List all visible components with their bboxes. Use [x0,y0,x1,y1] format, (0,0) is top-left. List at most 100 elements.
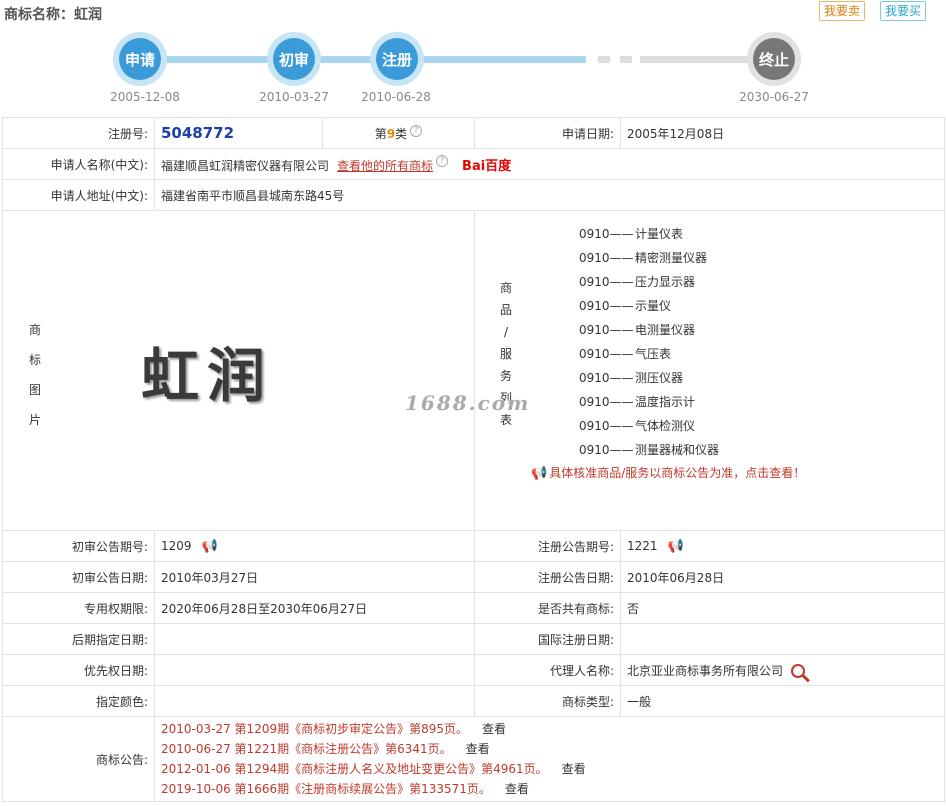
color-label: 指定颜色: [2,685,155,717]
trademark-image: 虹润 [141,342,274,410]
list-item: 0910——测量器械和仪器 [475,438,944,462]
goods-code: 0910—— [579,347,634,361]
class-cell: 第9类? [322,117,475,149]
goods-name: 温度指示计 [635,395,696,409]
agent-cell: 北京亚业商标事务所有限公司 [620,654,945,686]
timeline-date: 2005-12-08 [110,90,180,104]
timeline-date: 2010-03-27 [259,90,329,104]
reg-ann-no-value: 1221 [627,538,658,553]
image-label-char: 商 [28,323,41,337]
type-label: 商标类型: [474,685,621,717]
megaphone-icon[interactable]: 📢 [202,539,218,554]
list-item: 0910——计量仪表 [475,222,944,246]
later-date-value [154,623,475,655]
list-item: 0910——精密测量仪器 [475,246,944,270]
view-link[interactable]: 查看 [482,722,506,736]
goods-name: 测量器械和仪器 [635,443,720,457]
goods-note-link[interactable]: 📢 具体核准商品/服务以商标公告为准，点击查看！ [475,462,944,485]
later-date-label: 后期指定日期: [2,623,155,655]
goods-code: 0910—— [579,299,634,313]
apply-date-label: 申请日期: [474,117,621,149]
page-title: 商标名称：虹润 [4,7,102,23]
list-item: 2012-01-06 第1294期《商标注册人名义及地址变更公告》第4961页。… [161,759,938,779]
timeline-node-prelim: 初审 [267,32,321,86]
timeline-node-label: 终止 [753,38,795,80]
list-item: 0910——气压表 [475,342,944,366]
view-link[interactable]: 查看 [466,742,490,756]
list-item: 2010-06-27 第1221期《商标注册公告》第6341页。 查看 [161,739,938,759]
priority-value [154,654,475,686]
help-icon[interactable]: ? [436,154,449,167]
timeline-node-label: 申请 [119,38,161,80]
goods-code: 0910—— [579,419,634,433]
list-item: 0910——气体检测仪 [475,414,944,438]
exclusive-value: 2020年06月28日至2030年06月27日 [154,592,475,624]
announcements-cell: 2010-03-27 第1209期《商标初步审定公告》第895页。 查看 2010… [154,716,945,802]
class-prefix: 第 [374,126,387,141]
announce-label: 商标公告: [2,716,155,802]
goods-code: 0910—— [579,275,634,289]
megaphone-icon[interactable]: 📢 [668,539,684,554]
priority-label: 优先权日期: [2,654,155,686]
prelim-date-value: 2010年03月27日 [154,561,475,593]
type-value: 一般 [620,685,945,717]
timeline-node-terminate: 终止 [747,32,801,86]
timeline-node-register: 注册 [370,32,424,86]
goods-note-text: 具体核准商品/服务以商标公告为准，点击查看！ [549,466,806,480]
timeline-progress-bar [140,56,586,63]
sell-button[interactable]: 我要卖 [819,1,866,21]
prelim-no-cell: 1209 📢 [154,530,475,562]
applicant-cell: 福建顺昌虹润精密仪器有限公司 查看他的所有商标? Bai百度 [154,148,945,180]
prelim-no-value: 1209 [161,538,192,553]
goods-label-char: 务 [499,369,512,383]
timeline-node-label: 初审 [273,38,315,80]
shared-label: 是否共有商标: [474,592,621,624]
color-value [154,685,475,717]
buy-button[interactable]: 我要买 [880,1,927,21]
agent-label: 代理人名称: [474,654,621,686]
goods-code: 0910—— [579,371,634,385]
search-icon[interactable] [791,664,806,678]
list-item: 0910——测压仪器 [475,366,944,390]
reg-no-cell: 5048772 [154,117,323,149]
view-all-trademarks-link[interactable]: 查看他的所有商标 [337,159,433,173]
goods-services-cell: 商 品 / 服 务 列 表 0910——计量仪表 0910——精密测量仪器 09… [474,210,945,531]
reg-ann-date-value: 2010年06月28日 [620,561,945,593]
shared-value: 否 [620,592,945,624]
goods-name: 测压仪器 [635,371,684,385]
goods-label-char: / [503,325,509,339]
list-item: 2010-03-27 第1209期《商标初步审定公告》第895页。 查看 [161,719,938,739]
view-link[interactable]: 查看 [505,782,529,796]
goods-label-char: 品 [499,303,512,317]
goods-name: 压力显示器 [635,275,696,289]
reg-ann-no-label: 注册公告期号: [474,530,621,562]
address-label: 申请人地址(中文): [2,179,155,211]
baidu-search-icon[interactable]: Bai百度 [462,159,511,174]
prelim-date-label: 初审公告日期: [2,561,155,593]
image-label-char: 标 [28,353,41,367]
trademark-info-table: 注册号: 5048772 第9类? 申请日期: 2005年12月08日 申请人名… [2,117,945,802]
goods-label-char: 服 [499,347,512,361]
watermark: 1688.com [405,391,531,415]
view-link[interactable]: 查看 [562,762,586,776]
reg-ann-no-cell: 1221 📢 [620,530,945,562]
reg-no-label: 注册号: [2,117,155,149]
help-icon[interactable]: ? [410,124,423,137]
trademark-image-cell: 商 标 图 片 虹润 [2,210,475,531]
agent-value: 北京亚业商标事务所有限公司 [627,663,784,678]
list-item: 0910——电测量仪器 [475,318,944,342]
goods-name: 精密测量仪器 [635,251,708,265]
goods-code: 0910—— [579,227,634,241]
status-timeline: 申请 2005-12-08 初审 2010-03-27 注册 2010-06-2… [0,28,946,110]
announcement-text: 2012-01-06 第1294期《商标注册人名义及地址变更公告》第4961页。 [161,762,548,776]
goods-code: 0910—— [579,251,634,265]
goods-name: 电测量仪器 [635,323,696,337]
announcement-text: 2010-06-27 第1221期《商标注册公告》第6341页。 [161,742,452,756]
prelim-no-label: 初审公告期号: [2,530,155,562]
goods-name: 气体检测仪 [635,419,696,433]
address-value: 福建省南平市顺昌县城南东路45号 [154,179,945,211]
goods-list: 0910——计量仪表 0910——精密测量仪器 0910——压力显示器 0910… [475,211,944,462]
image-vertical-label: 商 标 图 片 [25,315,45,435]
announcement-text: 2019-10-06 第1666期《注册商标续展公告》第133571页。 [161,782,491,796]
goods-name: 气压表 [635,347,672,361]
